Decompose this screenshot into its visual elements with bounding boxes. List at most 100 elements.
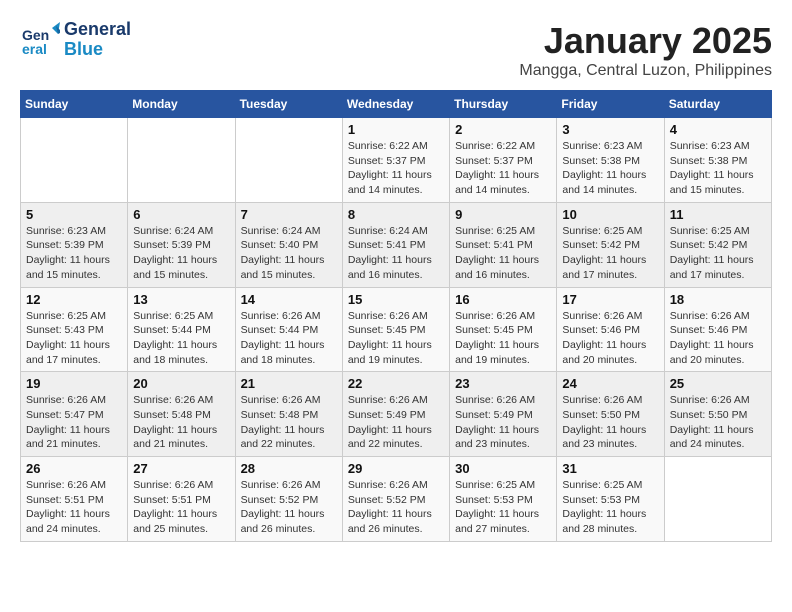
daylight-text: Daylight: 11 hours and 27 minutes. [455,508,539,535]
daylight-text: Daylight: 11 hours and 23 minutes. [455,424,539,451]
sunrise-text: Sunrise: 6:26 AM [26,479,106,491]
day-number: 5 [26,207,122,222]
sunrise-text: Sunrise: 6:26 AM [241,479,321,491]
sunrise-text: Sunrise: 6:26 AM [241,310,321,322]
day-info: Sunrise: 6:26 AM Sunset: 5:52 PM Dayligh… [348,478,444,537]
day-info: Sunrise: 6:23 AM Sunset: 5:38 PM Dayligh… [670,139,766,198]
table-row: 18 Sunrise: 6:26 AM Sunset: 5:46 PM Dayl… [664,287,771,372]
sunrise-text: Sunrise: 6:23 AM [562,140,642,152]
daylight-text: Daylight: 11 hours and 15 minutes. [241,254,325,281]
day-info: Sunrise: 6:23 AM Sunset: 5:39 PM Dayligh… [26,224,122,283]
day-info: Sunrise: 6:26 AM Sunset: 5:52 PM Dayligh… [241,478,337,537]
table-row: 31 Sunrise: 6:25 AM Sunset: 5:53 PM Dayl… [557,457,664,542]
daylight-text: Daylight: 11 hours and 22 minutes. [348,424,432,451]
sunset-text: Sunset: 5:51 PM [133,494,211,506]
table-row: 29 Sunrise: 6:26 AM Sunset: 5:52 PM Dayl… [342,457,449,542]
daylight-text: Daylight: 11 hours and 25 minutes. [133,508,217,535]
month-title: January 2025 [519,20,772,62]
day-info: Sunrise: 6:22 AM Sunset: 5:37 PM Dayligh… [348,139,444,198]
table-row [235,118,342,203]
col-wednesday: Wednesday [342,91,449,118]
table-row: 17 Sunrise: 6:26 AM Sunset: 5:46 PM Dayl… [557,287,664,372]
col-thursday: Thursday [450,91,557,118]
day-info: Sunrise: 6:26 AM Sunset: 5:46 PM Dayligh… [562,309,658,368]
logo-general: General [64,20,131,40]
table-row: 22 Sunrise: 6:26 AM Sunset: 5:49 PM Dayl… [342,372,449,457]
day-info: Sunrise: 6:26 AM Sunset: 5:49 PM Dayligh… [455,393,551,452]
table-row [21,118,128,203]
day-info: Sunrise: 6:24 AM Sunset: 5:41 PM Dayligh… [348,224,444,283]
sunset-text: Sunset: 5:42 PM [670,239,748,251]
sunrise-text: Sunrise: 6:26 AM [670,310,750,322]
daylight-text: Daylight: 11 hours and 18 minutes. [241,339,325,366]
table-row: 12 Sunrise: 6:25 AM Sunset: 5:43 PM Dayl… [21,287,128,372]
day-number: 16 [455,292,551,307]
sunrise-text: Sunrise: 6:25 AM [455,225,535,237]
daylight-text: Daylight: 11 hours and 28 minutes. [562,508,646,535]
sunrise-text: Sunrise: 6:26 AM [26,394,106,406]
sunset-text: Sunset: 5:45 PM [455,324,533,336]
sunset-text: Sunset: 5:51 PM [26,494,104,506]
table-row: 23 Sunrise: 6:26 AM Sunset: 5:49 PM Dayl… [450,372,557,457]
daylight-text: Daylight: 11 hours and 21 minutes. [133,424,217,451]
sunset-text: Sunset: 5:48 PM [241,409,319,421]
day-number: 2 [455,122,551,137]
day-info: Sunrise: 6:25 AM Sunset: 5:42 PM Dayligh… [670,224,766,283]
day-number: 21 [241,376,337,391]
day-number: 7 [241,207,337,222]
sunrise-text: Sunrise: 6:22 AM [348,140,428,152]
sunrise-text: Sunrise: 6:25 AM [562,225,642,237]
sunrise-text: Sunrise: 6:24 AM [348,225,428,237]
day-number: 11 [670,207,766,222]
sunrise-text: Sunrise: 6:25 AM [455,479,535,491]
sunset-text: Sunset: 5:44 PM [241,324,319,336]
table-row: 30 Sunrise: 6:25 AM Sunset: 5:53 PM Dayl… [450,457,557,542]
daylight-text: Daylight: 11 hours and 20 minutes. [562,339,646,366]
table-row: 3 Sunrise: 6:23 AM Sunset: 5:38 PM Dayli… [557,118,664,203]
calendar-header-row: Sunday Monday Tuesday Wednesday Thursday… [21,91,772,118]
sunset-text: Sunset: 5:46 PM [562,324,640,336]
day-info: Sunrise: 6:26 AM Sunset: 5:50 PM Dayligh… [562,393,658,452]
daylight-text: Daylight: 11 hours and 21 minutes. [26,424,110,451]
day-info: Sunrise: 6:26 AM Sunset: 5:50 PM Dayligh… [670,393,766,452]
day-number: 26 [26,461,122,476]
sunset-text: Sunset: 5:43 PM [26,324,104,336]
sunset-text: Sunset: 5:37 PM [455,155,533,167]
calendar-week-row: 19 Sunrise: 6:26 AM Sunset: 5:47 PM Dayl… [21,372,772,457]
day-info: Sunrise: 6:23 AM Sunset: 5:38 PM Dayligh… [562,139,658,198]
table-row: 8 Sunrise: 6:24 AM Sunset: 5:41 PM Dayli… [342,202,449,287]
sunset-text: Sunset: 5:41 PM [455,239,533,251]
sunset-text: Sunset: 5:40 PM [241,239,319,251]
daylight-text: Daylight: 11 hours and 17 minutes. [562,254,646,281]
table-row: 25 Sunrise: 6:26 AM Sunset: 5:50 PM Dayl… [664,372,771,457]
day-number: 31 [562,461,658,476]
table-row: 6 Sunrise: 6:24 AM Sunset: 5:39 PM Dayli… [128,202,235,287]
page-header: Gen eral General Blue January 2025 Mangg… [20,20,772,80]
sunrise-text: Sunrise: 6:25 AM [26,310,106,322]
daylight-text: Daylight: 11 hours and 26 minutes. [348,508,432,535]
day-info: Sunrise: 6:26 AM Sunset: 5:48 PM Dayligh… [241,393,337,452]
daylight-text: Daylight: 11 hours and 19 minutes. [348,339,432,366]
calendar-week-row: 26 Sunrise: 6:26 AM Sunset: 5:51 PM Dayl… [21,457,772,542]
day-number: 3 [562,122,658,137]
day-info: Sunrise: 6:26 AM Sunset: 5:49 PM Dayligh… [348,393,444,452]
day-number: 18 [670,292,766,307]
daylight-text: Daylight: 11 hours and 19 minutes. [455,339,539,366]
daylight-text: Daylight: 11 hours and 24 minutes. [670,424,754,451]
table-row [664,457,771,542]
table-row: 21 Sunrise: 6:26 AM Sunset: 5:48 PM Dayl… [235,372,342,457]
table-row: 16 Sunrise: 6:26 AM Sunset: 5:45 PM Dayl… [450,287,557,372]
sunset-text: Sunset: 5:52 PM [241,494,319,506]
logo-text: General Blue [64,20,131,60]
daylight-text: Daylight: 11 hours and 24 minutes. [26,508,110,535]
day-number: 27 [133,461,229,476]
daylight-text: Daylight: 11 hours and 14 minutes. [348,169,432,196]
day-number: 14 [241,292,337,307]
day-number: 19 [26,376,122,391]
sunrise-text: Sunrise: 6:26 AM [455,394,535,406]
day-info: Sunrise: 6:24 AM Sunset: 5:39 PM Dayligh… [133,224,229,283]
day-info: Sunrise: 6:26 AM Sunset: 5:45 PM Dayligh… [455,309,551,368]
day-number: 22 [348,376,444,391]
day-number: 6 [133,207,229,222]
col-saturday: Saturday [664,91,771,118]
